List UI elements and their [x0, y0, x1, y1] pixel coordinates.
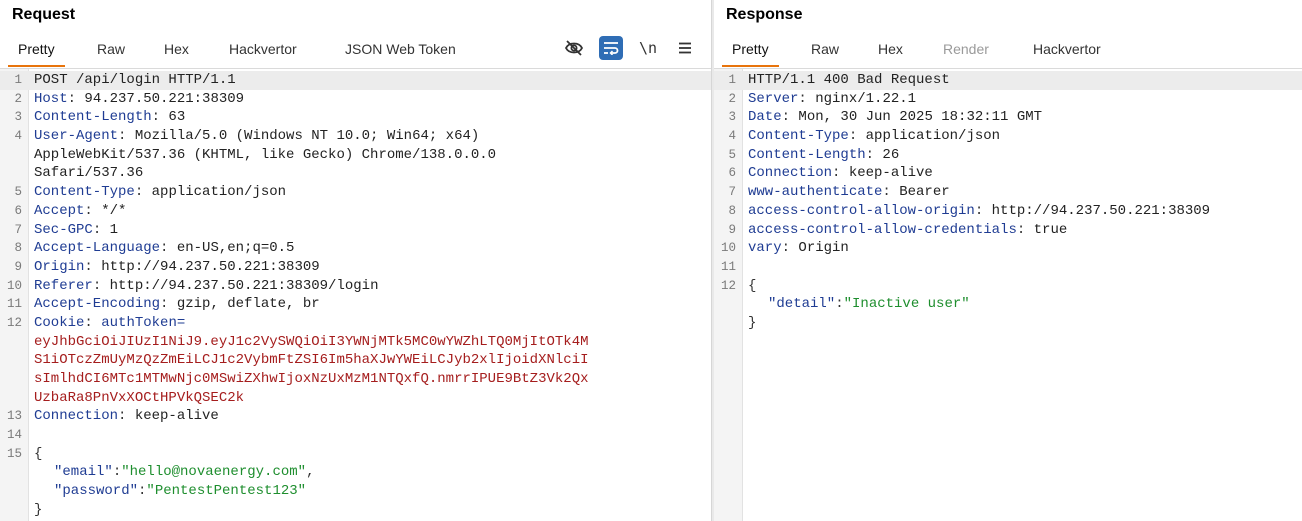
- tab-hex[interactable]: Hex: [164, 41, 189, 65]
- tab-raw[interactable]: Raw: [97, 41, 125, 65]
- json-line: }: [34, 501, 43, 518]
- request-line: 14: [6, 428, 22, 443]
- request-line: 6 Accept: */*: [14, 202, 127, 219]
- request-line: 10 Referer: http://94.237.50.221:38309/lo…: [6, 277, 379, 294]
- cookie-value-line: S1iOTczZmUyMzQzZmEiLCJ1c2VybmFtZSI6Im5ha…: [34, 352, 589, 369]
- request-line: 2 Host: 94.237.50.221:38309: [14, 90, 245, 107]
- request-pane: Request Pretty Raw Hex Hackvertor JSON W…: [0, 0, 712, 521]
- newline-icon[interactable]: \n: [636, 36, 660, 60]
- menu-icon[interactable]: [673, 36, 697, 60]
- request-line: 3 Content-Length: 63: [14, 109, 186, 126]
- tab-json-web-token[interactable]: JSON Web Token: [345, 41, 456, 65]
- tab-hex[interactable]: Hex: [878, 41, 903, 65]
- request-line: 4 User-Agent: Mozilla/5.0 (Windows NT 10.…: [14, 128, 480, 145]
- request-editor[interactable]: 1 POST /api/login HTTP/1.1 2 Host: 94.237.…: [0, 69, 712, 521]
- request-title: Request: [12, 6, 76, 23]
- cookie-value-line: eyJhbGciOiJIUzI1NiJ9.eyJ1c2VySWQiOiI3YWN…: [34, 333, 589, 350]
- response-line: 3 Date: Mon, 30 Jun 2025 18:32:11 GMT: [728, 109, 1043, 126]
- request-line: 8 Accept-Language: en-US,en;q=0.5: [14, 240, 295, 257]
- tab-pretty[interactable]: Pretty: [8, 41, 65, 67]
- request-line: 1 POST /api/login HTTP/1.1: [0, 71, 712, 90]
- json-line: "email":"hello@novaenergy.com",: [54, 464, 315, 481]
- response-line: 1 HTTP/1.1 400 Bad Request: [714, 71, 1302, 90]
- response-line: 7 www-authenticate: Bearer: [728, 184, 950, 201]
- json-line: "detail":"Inactive user": [768, 296, 970, 313]
- response-line: 11: [720, 259, 736, 274]
- request-line: 15{: [6, 445, 43, 462]
- request-line: 7 Sec-GPC: 1: [14, 221, 119, 238]
- request-line: 11 Accept-Encoding: gzip, deflate, br: [6, 296, 320, 313]
- tab-raw[interactable]: Raw: [811, 41, 839, 65]
- tab-hackvertor[interactable]: Hackvertor: [229, 41, 297, 65]
- response-line: 4 Content-Type: application/json: [728, 128, 1001, 145]
- response-line: 8 access-control-allow-origin: http://94.…: [728, 202, 1211, 219]
- response-tabs: Pretty Raw Hex Render Hackvertor: [714, 34, 1302, 69]
- response-pane: Response Pretty Raw Hex Render Hackverto…: [714, 0, 1302, 521]
- cookie-value-line: sImlhdCI6MTc1MTMwNjc0MSwiZXhwIjoxNzUxMzM…: [34, 371, 589, 387]
- tab-hackvertor[interactable]: Hackvertor: [1033, 41, 1101, 65]
- eye-slash-icon[interactable]: [562, 36, 586, 60]
- tab-render[interactable]: Render: [943, 41, 989, 65]
- response-line: 10 vary: Origin: [720, 240, 849, 257]
- request-line: 5 Content-Type: application/json: [14, 184, 287, 201]
- json-line: "password":"PentestPentest123": [54, 483, 307, 500]
- tab-pretty[interactable]: Pretty: [722, 41, 779, 67]
- request-line-wrap: AppleWebKit/537.36 (KHTML, like Gecko) C…: [34, 146, 497, 163]
- response-line: 2 Server: nginx/1.22.1: [728, 90, 917, 107]
- response-editor[interactable]: 1 HTTP/1.1 400 Bad Request 2 Server: nginx…: [714, 69, 1302, 521]
- cookie-value-line: UzbaRa8PnVxXOCtHPVkQSEC2k: [34, 389, 245, 406]
- response-line: 6 Connection: keep-alive: [728, 165, 933, 182]
- response-line: 12{: [720, 277, 757, 294]
- response-title: Response: [726, 6, 803, 23]
- json-line: }: [748, 314, 757, 331]
- wrap-lines-icon[interactable]: [599, 36, 623, 60]
- request-line: 9 Origin: http://94.237.50.221:38309: [14, 258, 320, 275]
- request-line-wrap: Safari/537.36: [34, 165, 144, 182]
- response-line: 9 access-control-allow-credentials: true: [728, 221, 1068, 238]
- response-line: 5 Content-Length: 26: [728, 146, 900, 163]
- request-line-cookie: 12 Cookie: authToken=: [6, 314, 186, 331]
- request-line: 13 Connection: keep-alive: [6, 408, 219, 425]
